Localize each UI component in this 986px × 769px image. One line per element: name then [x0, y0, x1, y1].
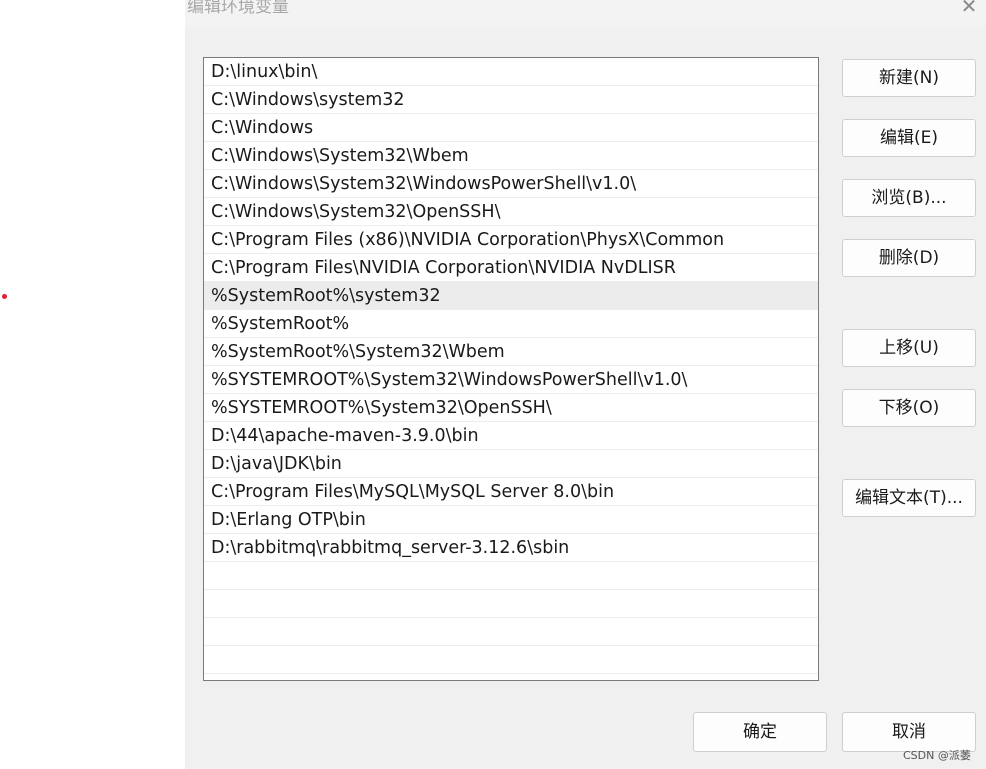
move-down-button[interactable]: 下移(O) [842, 389, 976, 427]
edit-button[interactable]: 编辑(E) [842, 119, 976, 157]
path-list-empty-row [204, 618, 818, 646]
browse-button[interactable]: 浏览(B)... [842, 179, 976, 217]
edit-text-button[interactable]: 编辑文本(T)... [842, 479, 976, 517]
path-list-empty-row [204, 646, 818, 674]
path-list-item[interactable]: %SystemRoot%\system32 [204, 282, 818, 310]
path-list-item[interactable]: C:\Windows\System32\WindowsPowerShell\v1… [204, 170, 818, 198]
path-list[interactable]: D:\linux\bin\ C:\Windows\system32 C:\Windo… [203, 57, 819, 681]
dialog-title: 编辑环境变量 [187, 0, 289, 17]
path-list-item[interactable]: C:\Windows\system32 [204, 86, 818, 114]
path-list-item[interactable]: %SystemRoot%\System32\Wbem [204, 338, 818, 366]
cancel-button[interactable]: 取消 [842, 712, 976, 752]
path-list-item[interactable]: D:\44\apache-maven-3.9.0\bin [204, 422, 818, 450]
new-button[interactable]: 新建(N) [842, 59, 976, 97]
path-list-item[interactable]: D:\Erlang OTP\bin [204, 506, 818, 534]
path-list-item[interactable]: D:\linux\bin\ [204, 58, 818, 86]
ok-button[interactable]: 确定 [693, 712, 827, 752]
path-list-item[interactable]: C:\Program Files\MySQL\MySQL Server 8.0\… [204, 478, 818, 506]
title-bar: 编辑环境变量 ✕ [185, 0, 986, 27]
delete-button[interactable]: 删除(D) [842, 239, 976, 277]
move-up-button[interactable]: 上移(U) [842, 329, 976, 367]
path-list-empty-row [204, 562, 818, 590]
path-list-item[interactable]: C:\Windows [204, 114, 818, 142]
red-dot-marker [2, 294, 7, 299]
path-list-item[interactable]: C:\Program Files\NVIDIA Corporation\NVID… [204, 254, 818, 282]
edit-env-variable-dialog: 编辑环境变量 ✕ D:\linux\bin\ C:\Windows\system3… [185, 0, 986, 769]
path-list-item[interactable]: D:\rabbitmq\rabbitmq_server-3.12.6\sbin [204, 534, 818, 562]
path-list-item[interactable]: %SYSTEMROOT%\System32\WindowsPowerShell\… [204, 366, 818, 394]
path-list-item[interactable]: C:\Program Files (x86)\NVIDIA Corporatio… [204, 226, 818, 254]
path-list-empty-row [204, 590, 818, 618]
watermark: CSDN @派萎 [903, 749, 971, 762]
path-list-item[interactable]: C:\Windows\System32\Wbem [204, 142, 818, 170]
path-list-item[interactable]: %SYSTEMROOT%\System32\OpenSSH\ [204, 394, 818, 422]
path-list-item[interactable]: %SystemRoot% [204, 310, 818, 338]
path-list-item[interactable]: D:\java\JDK\bin [204, 450, 818, 478]
path-list-item[interactable]: C:\Windows\System32\OpenSSH\ [204, 198, 818, 226]
close-icon[interactable]: ✕ [956, 0, 982, 18]
